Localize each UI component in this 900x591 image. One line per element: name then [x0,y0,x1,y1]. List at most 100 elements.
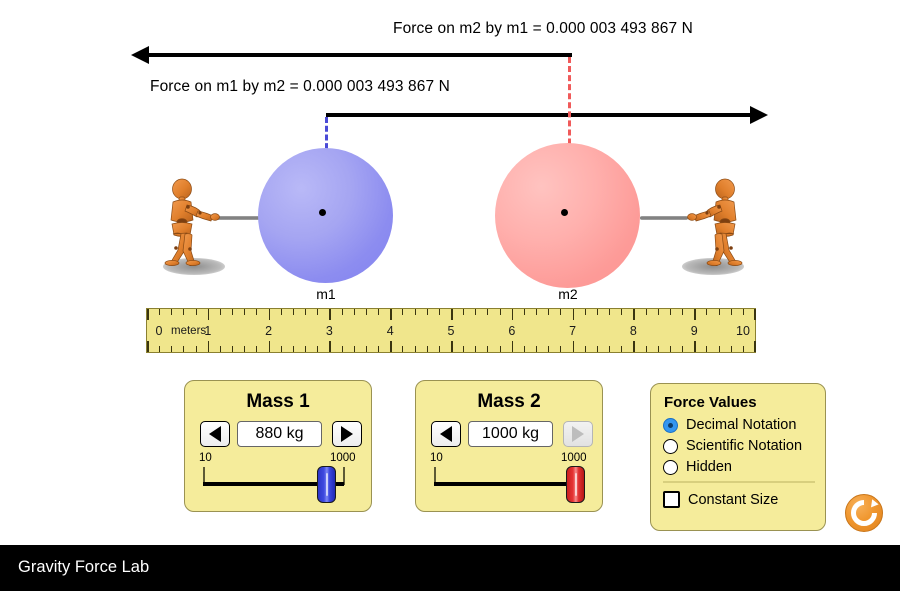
mass1-label: m1 [316,286,336,302]
radio-selected-icon [663,417,678,433]
ruler-major-tick [390,309,392,320]
ruler-minor-tick [341,346,343,352]
ruler-minor-tick [475,346,477,352]
ruler-minor-tick [706,309,708,315]
ruler-minor-tick [718,309,720,315]
mass2-increment-button[interactable] [563,421,593,447]
ruler-major-tick [147,341,149,352]
ruler-minor-tick [171,346,173,352]
ruler-minor-tick [305,309,307,315]
ruler-minor-tick [487,346,489,352]
simulation-stage: Force on m2 by m1 = 0.000 003 493 867 N … [0,0,900,591]
ruler-minor-tick [657,309,659,315]
mass1-sphere[interactable] [258,148,393,283]
ruler-minor-tick [365,309,367,315]
mass1-slider-max-label: 1000 [330,452,356,464]
ruler-minor-tick [402,309,404,315]
mass2-decrement-button[interactable] [431,421,461,447]
mass1-decrement-button[interactable] [200,421,230,447]
ruler-minor-tick [353,346,355,352]
ruler-minor-tick [232,346,234,352]
constant-size-checkbox-row[interactable]: Constant Size [663,491,778,508]
ruler-minor-tick [669,309,671,315]
ruler-minor-tick [609,346,611,352]
mass1-center-dot [319,209,326,216]
ruler-minor-tick [292,309,294,315]
ruler-minor-tick [219,346,221,352]
radio-decimal-notation[interactable]: Decimal Notation [663,417,796,433]
ruler-minor-tick [609,309,611,315]
force-values-title: Force Values [664,394,757,411]
force-arrow-on-m1-shaft [148,53,572,57]
radio-label-decimal: Decimal Notation [686,417,797,433]
mass2-slider-track[interactable] [434,482,575,486]
ruler-minor-tick [487,309,489,315]
ruler-major-tick [572,309,575,320]
ruler-major-tick [329,341,331,352]
ruler-minor-tick [523,309,525,315]
mass1-increment-button[interactable] [332,421,362,447]
ruler-major-tick [633,341,635,352]
ruler-minor-tick [159,346,161,352]
ruler-minor-tick [305,346,307,352]
mass2-slider-max-label: 1000 [561,452,587,464]
ruler-major-tick [694,341,696,352]
force-label-on-m2: Force on m2 by m1 = 0.000 003 493 867 N [393,20,693,37]
left-triangle-icon [209,426,221,442]
ruler-minor-tick [499,346,501,352]
radio-unselected-icon [663,459,678,475]
radio-scientific-notation[interactable]: Scientific Notation [663,438,802,454]
reset-icon [851,499,879,526]
ruler-major-tick [390,341,392,352]
ruler-minor-tick [280,309,282,315]
ruler-number: 3 [325,324,333,338]
ruler-minor-tick [730,346,732,352]
ruler-minor-tick [584,309,586,315]
mass2-center-dot [561,209,568,216]
sim-title: Gravity Force Lab [18,558,150,576]
mass1-slider-thumb[interactable] [317,466,336,503]
radio-label-hidden: Hidden [686,459,732,475]
radio-hidden[interactable]: Hidden [663,459,732,475]
ruler-minor-tick [378,346,380,352]
ruler-minor-tick [183,309,185,315]
mass2-value-display: 1000 kg [468,421,553,447]
mass2-sphere[interactable] [495,143,640,288]
ruler-minor-tick [657,346,659,352]
ruler-number: 9 [690,324,698,338]
ruler-major-tick [633,309,635,320]
ruler-unit-label: meters [171,325,207,337]
ruler-minor-tick [292,346,294,352]
force-label-on-m1: Force on m1 by m2 = 0.000 003 493 867 N [150,78,450,95]
reset-all-button[interactable] [845,494,883,532]
mass2-control-panel: Mass 2 1000 kg 10 1000 [415,380,603,512]
thumb-grip-line [574,473,577,496]
ruler-minor-tick [742,309,744,315]
right-triangle-icon [341,426,353,442]
mass2-slider-thumb[interactable] [566,466,585,503]
puller-left[interactable] [160,178,230,267]
ruler-minor-tick [621,309,623,315]
ruler-minor-tick [353,309,355,315]
ruler-minor-tick [244,346,246,352]
ruler-minor-tick [596,309,598,315]
ruler-minor-tick [621,346,623,352]
mass1-control-panel: Mass 1 880 kg 10 1000 [184,380,372,512]
ruler-minor-tick [438,346,440,352]
puller-right[interactable] [677,178,747,267]
ruler[interactable]: meters 0 1 2 3 4 5 6 7 8 9 10 [146,308,756,353]
ruler-major-tick [147,309,149,320]
force-arrow-on-m2-head [750,106,768,124]
mass2-label: m2 [558,286,578,302]
ruler-major-tick [754,341,756,352]
ruler-number: 1 [204,324,212,338]
ruler-minor-tick [548,309,550,315]
ruler-minor-tick [645,309,647,315]
ruler-minor-tick [232,309,234,315]
mass2-value-text: 1000 kg [482,425,539,442]
ruler-major-tick [754,309,756,320]
thumb-grip-line [325,473,328,496]
constant-size-label: Constant Size [688,491,779,508]
ruler-number: 8 [629,324,637,338]
ruler-minor-tick [219,309,221,315]
